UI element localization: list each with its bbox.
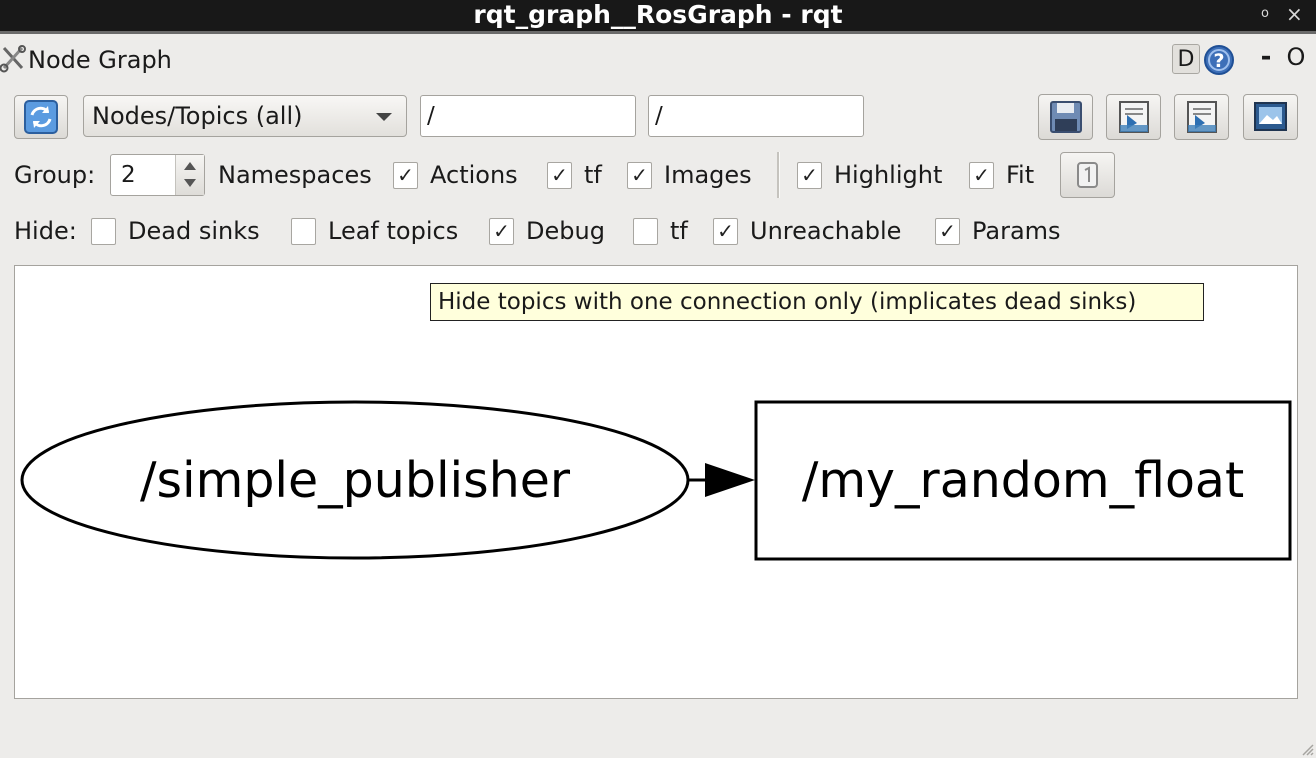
save-dot-button[interactable] (1106, 94, 1161, 140)
refresh-graph-button[interactable] (14, 95, 68, 139)
images-checkbox[interactable]: ✓ (627, 162, 652, 189)
highlight-label: Highlight (834, 161, 943, 189)
params-checkbox[interactable]: ✓ (935, 218, 960, 245)
topic-label: /my_random_float (802, 452, 1244, 509)
load-dot-button[interactable] (1038, 94, 1093, 140)
tf-hide-label: tf (670, 217, 688, 245)
node-label: /simple_publisher (140, 452, 571, 509)
actions-label: Actions (430, 161, 518, 189)
fit-checkbox[interactable]: ✓ (969, 162, 994, 189)
resize-grip-icon[interactable] (1300, 742, 1314, 756)
dead-sinks-checkbox[interactable] (91, 218, 116, 245)
spin-up-icon[interactable] (184, 162, 196, 170)
unreachable-checkbox[interactable]: ✓ (713, 218, 738, 245)
tooltip: Hide topics with one connection only (im… (430, 283, 1204, 321)
chevron-down-icon (376, 113, 392, 121)
image-icon (1254, 102, 1287, 131)
window-title: rqt_graph__RosGraph - rqt (473, 0, 843, 29)
save-dot-icon (1119, 101, 1149, 133)
tf-group-label: tf (584, 161, 602, 189)
window-close-button[interactable]: × (1286, 4, 1303, 24)
group-spinbox-value: 2 (121, 162, 136, 188)
leaf-topics-checkbox[interactable] (291, 218, 316, 245)
save-image-button[interactable] (1243, 94, 1298, 140)
group-spinbox[interactable]: 2 (110, 154, 205, 196)
save-svg-icon (1187, 101, 1217, 133)
spinbox-arrows[interactable] (175, 155, 204, 195)
debug-checkbox[interactable]: ✓ (489, 218, 514, 245)
floppy-save-icon (1050, 101, 1082, 133)
group-label: Group: (14, 161, 96, 189)
params-label: Params (972, 217, 1061, 245)
view-mode-value: Nodes/Topics (all) (92, 102, 303, 130)
tools-icon (0, 45, 26, 73)
debug-label: Debug (526, 217, 605, 245)
dock-d-button[interactable]: D (1172, 44, 1200, 74)
node-filter-input[interactable]: / (420, 95, 636, 137)
namespaces-checkbox[interactable]: ✓ (393, 162, 418, 189)
unreachable-label: Unreachable (750, 217, 902, 245)
fit-label: Fit (1006, 161, 1035, 189)
fit-in-view-button[interactable] (1060, 152, 1115, 198)
plugin-title: Node Graph (28, 46, 172, 74)
highlight-checkbox[interactable]: ✓ (797, 162, 822, 189)
window-titlebar[interactable]: rqt_graph__RosGraph - rqt o × (0, 0, 1316, 34)
titlebar-divider (0, 31, 1316, 34)
plugin-close-button[interactable]: O (1285, 43, 1307, 71)
edge-arrowhead (705, 463, 755, 497)
toolbar-separator (777, 152, 780, 198)
images-label: Images (664, 161, 752, 189)
save-svg-button[interactable] (1174, 94, 1229, 140)
leaf-topics-label: Leaf topics (328, 217, 459, 245)
help-icon[interactable]: ? (1203, 44, 1235, 76)
help-glyph: ? (1213, 50, 1224, 72)
fit-view-icon (1077, 162, 1098, 188)
window-pin-button[interactable]: o (1259, 7, 1271, 20)
spin-down-icon[interactable] (184, 179, 196, 187)
topic-filter-input[interactable]: / (648, 95, 864, 137)
tf-group-checkbox[interactable]: ✓ (547, 162, 572, 189)
plugin-minimize-button[interactable]: - (1255, 43, 1277, 71)
view-mode-dropdown[interactable]: Nodes/Topics (all) (83, 95, 407, 137)
plugin-header: Node Graph D ? - O (0, 38, 1316, 82)
hide-label: Hide: (14, 217, 77, 245)
refresh-icon (24, 100, 58, 134)
graph-canvas[interactable]: /simple_publisher /my_random_float Hide … (14, 265, 1298, 699)
graph-view[interactable]: /simple_publisher /my_random_float (15, 266, 1297, 698)
namespaces-label: Namespaces (218, 161, 372, 189)
dead-sinks-label: Dead sinks (128, 217, 260, 245)
tf-hide-checkbox[interactable] (633, 218, 658, 245)
